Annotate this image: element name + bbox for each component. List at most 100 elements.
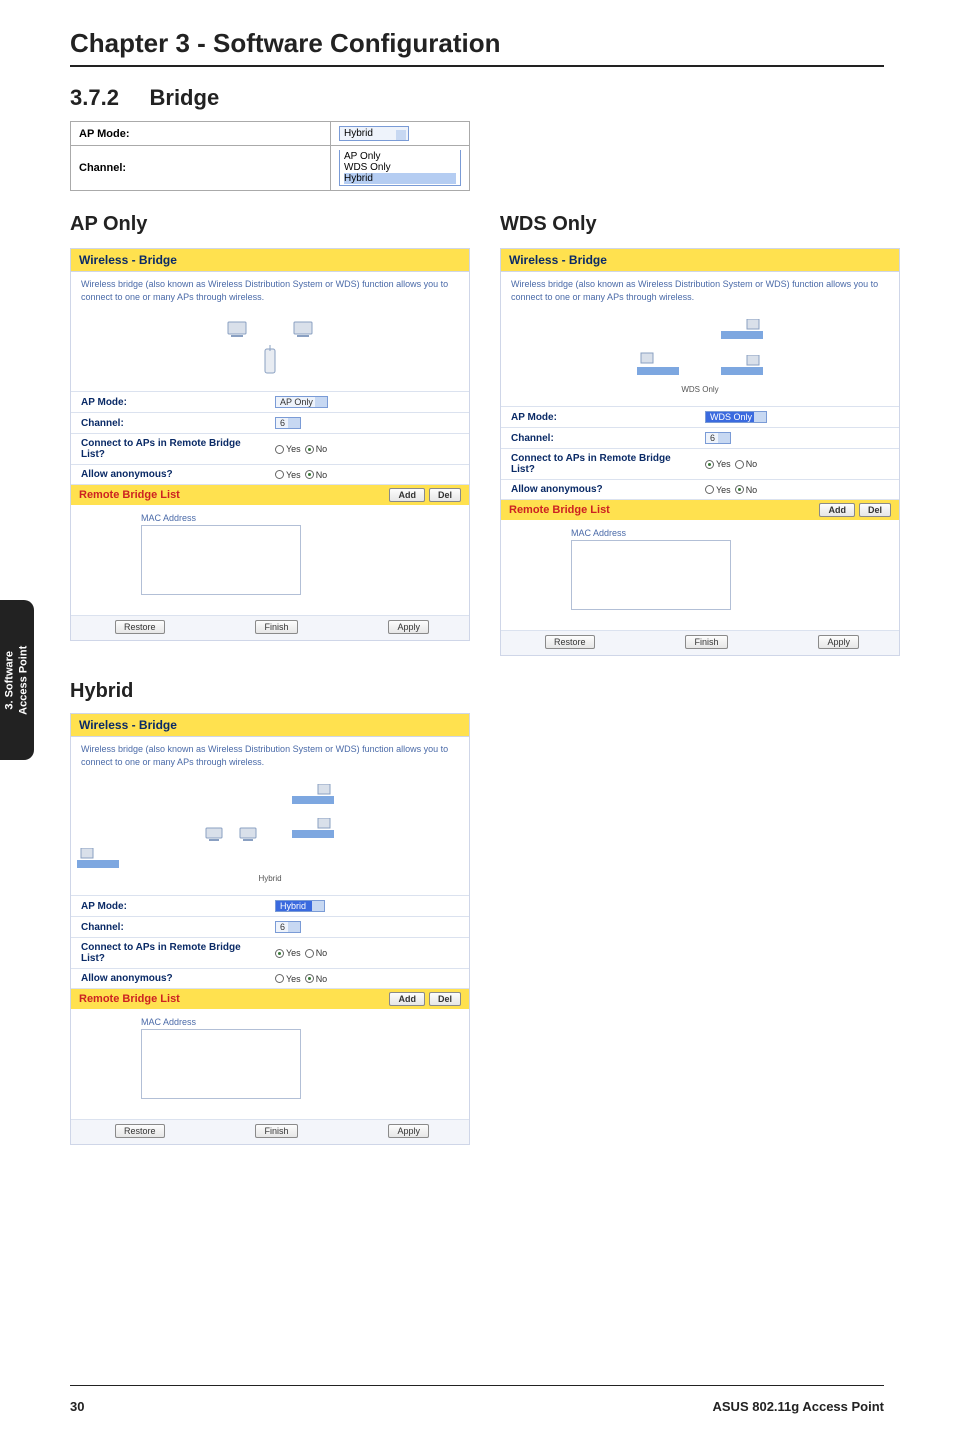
apmode-field-label: AP Mode: xyxy=(511,412,695,423)
remote-bridge-list-label: Remote Bridge List xyxy=(79,993,180,1005)
radio-yes[interactable]: Yes xyxy=(275,470,301,480)
panel-header: Wireless - Bridge xyxy=(71,249,469,272)
restore-button[interactable]: Restore xyxy=(115,620,165,634)
topology-hybrid: Hybrid xyxy=(71,774,469,895)
wds-only-panel: Wireless - Bridge Wireless bridge (also … xyxy=(500,248,900,656)
ap-only-title: AP Only xyxy=(70,213,470,236)
radio-no[interactable]: No xyxy=(305,974,328,984)
add-button[interactable]: Add xyxy=(819,503,855,517)
del-button[interactable]: Del xyxy=(429,992,461,1006)
option-wds-only[interactable]: WDS Only xyxy=(344,162,456,173)
ap-icon xyxy=(257,343,283,377)
remote-bridge-list-label: Remote Bridge List xyxy=(79,489,180,501)
radio-no[interactable]: No xyxy=(305,444,328,454)
apply-button[interactable]: Apply xyxy=(388,1124,429,1138)
connect-remote-label: Connect to APs in Remote Bridge List? xyxy=(511,453,695,475)
radio-yes[interactable]: Yes xyxy=(275,444,301,454)
option-hybrid[interactable]: Hybrid xyxy=(344,173,456,184)
side-tab-label: 3. Software Access Point xyxy=(3,645,32,714)
wds-only-title: WDS Only xyxy=(500,213,900,236)
section-name: Bridge xyxy=(150,85,220,110)
connect-remote-label: Connect to APs in Remote Bridge List? xyxy=(81,942,265,964)
pc-icon xyxy=(291,319,315,339)
restore-button[interactable]: Restore xyxy=(115,1124,165,1138)
option-ap-only[interactable]: AP Only xyxy=(344,151,456,162)
apmode-field-label: AP Mode: xyxy=(81,397,265,408)
allow-anon-label: Allow anonymous? xyxy=(81,469,265,480)
mac-address-label: MAC Address xyxy=(571,528,889,538)
channel-label: Channel: xyxy=(71,146,331,191)
pc-icon xyxy=(204,826,224,842)
apmode-dropdown[interactable]: Hybrid xyxy=(339,126,409,141)
section-title: 3.7.2 Bridge xyxy=(70,85,884,111)
panel-desc: Wireless bridge (also known as Wireless … xyxy=(71,737,469,774)
pc-icon xyxy=(238,826,258,842)
panel-header: Wireless - Bridge xyxy=(71,714,469,737)
network-icon xyxy=(719,319,765,345)
radio-yes[interactable]: Yes xyxy=(705,485,731,495)
ap-only-panel: Wireless - Bridge Wireless bridge (also … xyxy=(70,248,470,641)
del-button[interactable]: Del xyxy=(429,488,461,502)
apply-button[interactable]: Apply xyxy=(818,635,859,649)
network-icon xyxy=(290,818,336,842)
del-button[interactable]: Del xyxy=(859,503,891,517)
radio-yes[interactable]: Yes xyxy=(275,974,301,984)
apmode-options-list[interactable]: AP Only WDS Only Hybrid xyxy=(339,150,461,186)
remote-bridge-list-label: Remote Bridge List xyxy=(509,504,610,516)
topology-label: Hybrid xyxy=(71,874,469,883)
mode-table: AP Mode: Hybrid Channel: AP Only WDS Onl… xyxy=(70,121,470,191)
network-icon xyxy=(290,784,336,808)
add-button[interactable]: Add xyxy=(389,992,425,1006)
topology-wds: WDS Only xyxy=(501,309,899,406)
radio-no[interactable]: No xyxy=(735,459,758,469)
apmode-select[interactable]: AP Only xyxy=(275,396,328,408)
channel-select[interactable]: 6 xyxy=(275,921,301,933)
restore-button[interactable]: Restore xyxy=(545,635,595,649)
channel-field-label: Channel: xyxy=(81,418,265,429)
mac-address-input[interactable] xyxy=(141,1029,301,1099)
mac-address-label: MAC Address xyxy=(141,1017,459,1027)
pc-icon xyxy=(225,319,249,339)
mac-address-input[interactable] xyxy=(141,525,301,595)
footer-divider xyxy=(70,1385,884,1386)
allow-anon-label: Allow anonymous? xyxy=(81,973,265,984)
radio-no[interactable]: No xyxy=(305,948,328,958)
network-icon xyxy=(75,848,465,872)
apmode-label: AP Mode: xyxy=(71,122,331,146)
chapter-title: Chapter 3 - Software Configuration xyxy=(70,28,884,59)
apmode-field-label: AP Mode: xyxy=(81,901,265,912)
topology-label: WDS Only xyxy=(501,385,899,394)
connect-remote-label: Connect to APs in Remote Bridge List? xyxy=(81,438,265,460)
panel-desc: Wireless bridge (also known as Wireless … xyxy=(71,272,469,309)
channel-field-label: Channel: xyxy=(81,922,265,933)
finish-button[interactable]: Finish xyxy=(255,620,297,634)
network-icon xyxy=(635,351,681,381)
channel-select[interactable]: 6 xyxy=(275,417,301,429)
mac-address-input[interactable] xyxy=(571,540,731,610)
hybrid-title: Hybrid xyxy=(70,680,884,703)
radio-no[interactable]: No xyxy=(735,485,758,495)
page-number: 30 xyxy=(70,1399,84,1414)
radio-no[interactable]: No xyxy=(305,470,328,480)
channel-field-label: Channel: xyxy=(511,433,695,444)
product-name: ASUS 802.11g Access Point xyxy=(713,1399,885,1414)
panel-desc: Wireless bridge (also known as Wireless … xyxy=(501,272,899,309)
panel-header: Wireless - Bridge xyxy=(501,249,899,272)
topology-ap-only xyxy=(71,309,469,391)
apply-button[interactable]: Apply xyxy=(388,620,429,634)
finish-button[interactable]: Finish xyxy=(255,1124,297,1138)
apmode-select[interactable]: WDS Only xyxy=(705,411,767,423)
radio-yes[interactable]: Yes xyxy=(705,459,731,469)
add-button[interactable]: Add xyxy=(389,488,425,502)
radio-yes[interactable]: Yes xyxy=(275,948,301,958)
divider xyxy=(70,65,884,67)
channel-select[interactable]: 6 xyxy=(705,432,731,444)
apmode-select[interactable]: Hybrid xyxy=(275,900,325,912)
allow-anon-label: Allow anonymous? xyxy=(511,484,695,495)
section-number: 3.7.2 xyxy=(70,85,119,110)
mac-address-label: MAC Address xyxy=(141,513,459,523)
finish-button[interactable]: Finish xyxy=(685,635,727,649)
hybrid-panel: Wireless - Bridge Wireless bridge (also … xyxy=(70,713,470,1145)
network-icon xyxy=(719,355,765,381)
side-tab: 3. Software Access Point xyxy=(0,600,34,760)
